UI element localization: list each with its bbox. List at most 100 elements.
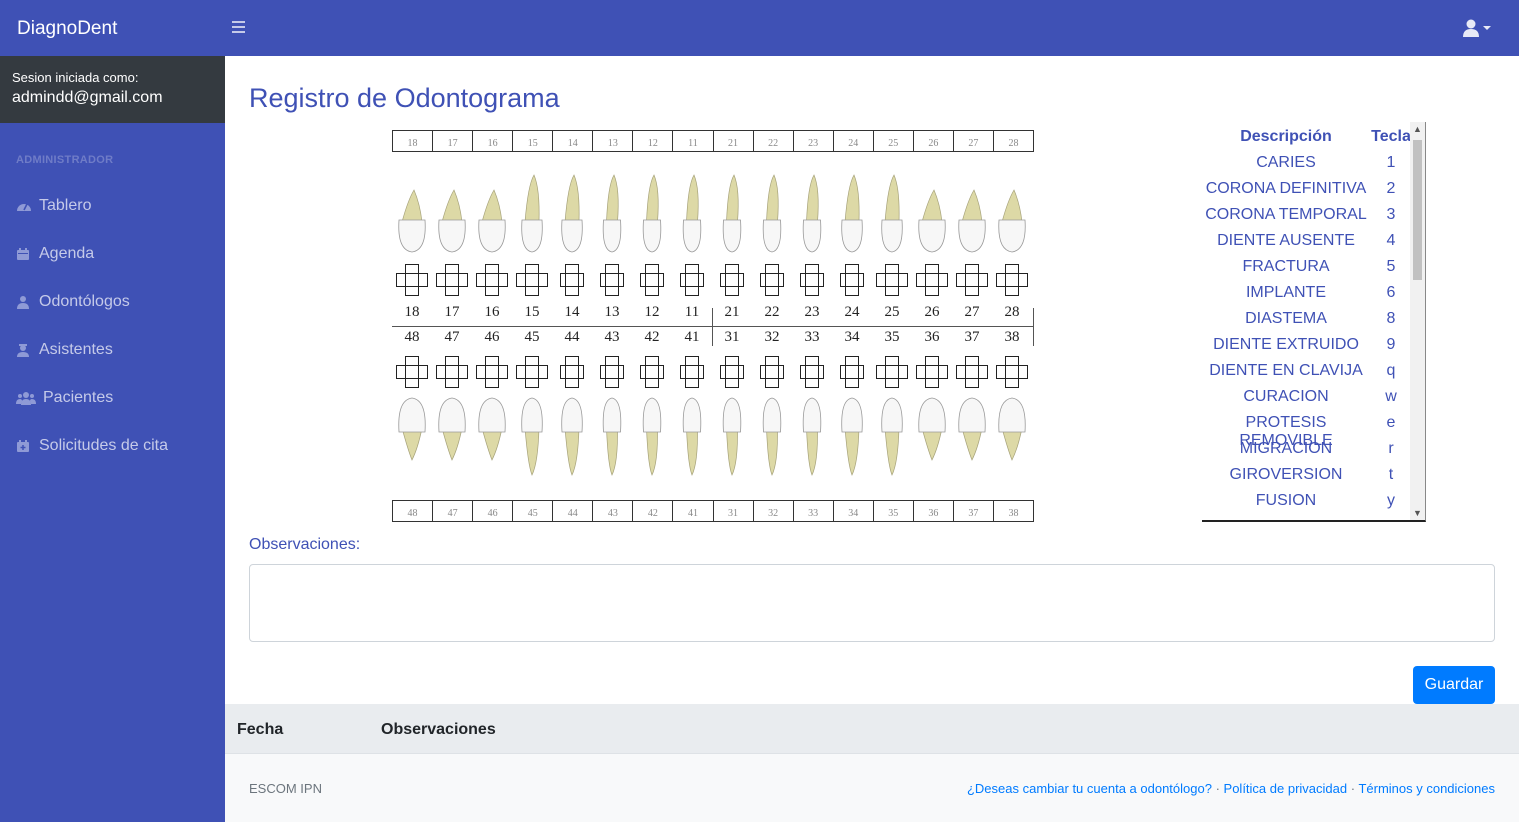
tooth-icon[interactable] <box>642 174 662 253</box>
scrollbar-thumb[interactable] <box>1413 140 1422 280</box>
footer-link-switch-account[interactable]: ¿Deseas cambiar tu cuenta a odontólogo? <box>967 781 1212 796</box>
tooth-icon[interactable] <box>762 397 782 476</box>
tooth-surface-selector[interactable] <box>680 264 704 296</box>
tooth-surface-selector[interactable] <box>996 356 1028 388</box>
tooth-icon[interactable] <box>881 174 903 253</box>
tooth-surface-selector[interactable] <box>600 356 624 388</box>
tooth-icon[interactable] <box>998 397 1026 461</box>
tooth-surface-selector[interactable] <box>760 264 784 296</box>
tooth-surface-selector[interactable] <box>516 264 548 296</box>
legend-table[interactable]: Descripción Tecla CARIES 1 CORONA DEFINITI… <box>1202 122 1426 522</box>
tooth-icon[interactable] <box>998 189 1026 253</box>
legend-row[interactable]: DIENTE AUSENTE 4 <box>1202 232 1412 250</box>
tooth-icon[interactable] <box>918 189 946 253</box>
legend-row[interactable]: DIENTE EN CLAVIJA q <box>1202 362 1412 380</box>
legend-row[interactable]: DIENTE EXTRUIDO 9 <box>1202 336 1412 354</box>
tooth-icon[interactable] <box>478 189 506 253</box>
scroll-down-icon[interactable]: ▼ <box>1413 508 1422 518</box>
tooth-surface-selector[interactable] <box>760 356 784 388</box>
legend-row[interactable]: CURACION w <box>1202 388 1412 406</box>
brand-name[interactable]: DiagnoDent <box>17 18 117 40</box>
column-header-observaciones: Observaciones <box>381 721 496 738</box>
tooth-surface-selector[interactable] <box>640 356 664 388</box>
tooth-surface-selector[interactable] <box>916 264 948 296</box>
tooth-icon[interactable] <box>398 189 426 253</box>
observations-textarea[interactable] <box>249 564 1495 642</box>
tooth-surface-selector[interactable] <box>476 264 508 296</box>
footer-link-terms[interactable]: Términos y condiciones <box>1358 781 1495 796</box>
sidebar-item-solicitudes[interactable]: Solicitudes de cita <box>0 422 225 470</box>
tooth-icon[interactable] <box>398 397 426 461</box>
tooth-surface-selector[interactable] <box>600 264 624 296</box>
tooth-icon[interactable] <box>802 397 822 476</box>
tooth-surface-selector[interactable] <box>800 264 824 296</box>
tooth-icon[interactable] <box>682 397 702 476</box>
tooth-surface-selector[interactable] <box>680 356 704 388</box>
legend-scrollbar[interactable]: ▲ ▼ <box>1410 122 1425 520</box>
tooth-icon[interactable] <box>438 189 466 253</box>
sidebar-item-odontologos[interactable]: Odontólogos <box>0 278 225 326</box>
tooth-icon[interactable] <box>521 174 543 253</box>
tooth-icon[interactable] <box>438 397 466 461</box>
tooth-surface-selector[interactable] <box>476 356 508 388</box>
tooth-icon[interactable] <box>958 189 986 253</box>
legend-row[interactable]: FUSION y <box>1202 492 1412 510</box>
legend-row[interactable]: MIGRACION r <box>1202 440 1412 458</box>
tooth-surface-selector[interactable] <box>840 264 864 296</box>
tooth-surface-selector[interactable] <box>956 264 988 296</box>
tooth-surface-selector[interactable] <box>396 264 428 296</box>
tooth-surface-selector[interactable] <box>996 264 1028 296</box>
tooth-icon[interactable] <box>602 397 622 476</box>
footer: ESCOM IPN ¿Deseas cambiar tu cuenta a od… <box>225 754 1519 822</box>
legend-row[interactable]: FRACTURA 5 <box>1202 258 1412 276</box>
tooth-icon[interactable] <box>881 397 903 476</box>
legend-description: MIGRACION <box>1239 440 1333 457</box>
menu-toggle-icon[interactable] <box>232 18 248 38</box>
user-menu-button[interactable] <box>1463 18 1497 40</box>
tooth-icon[interactable] <box>521 397 543 476</box>
footer-link-privacy[interactable]: Política de privacidad <box>1224 781 1348 796</box>
tooth-surface-selector[interactable] <box>436 264 468 296</box>
legend-row[interactable]: DIASTEMA 8 <box>1202 310 1412 328</box>
tooth-icon[interactable] <box>682 174 702 253</box>
tooth-icon[interactable] <box>478 397 506 461</box>
tooth-icon[interactable] <box>841 174 863 253</box>
tooth-surface-selector[interactable] <box>800 356 824 388</box>
tooth-surface-selector[interactable] <box>956 356 988 388</box>
scroll-up-icon[interactable]: ▲ <box>1413 124 1422 134</box>
tooth-icon[interactable] <box>561 397 583 476</box>
tooth-icon[interactable] <box>958 397 986 461</box>
tooth-surface-selector[interactable] <box>876 356 908 388</box>
tooth-icon[interactable] <box>841 397 863 476</box>
save-button[interactable]: Guardar <box>1413 666 1495 704</box>
legend-row[interactable]: GIROVERSION t <box>1202 466 1412 484</box>
sidebar-item-tablero[interactable]: Tablero <box>0 182 225 230</box>
tooth-surface-selector[interactable] <box>560 264 584 296</box>
legend-row[interactable]: CARIES 1 <box>1202 154 1412 172</box>
sidebar-item-pacientes[interactable]: Pacientes <box>0 374 225 422</box>
tooth-surface-selector[interactable] <box>720 264 744 296</box>
tooth-surface-selector[interactable] <box>560 356 584 388</box>
tooth-icon[interactable] <box>802 174 822 253</box>
tooth-icon[interactable] <box>762 174 782 253</box>
legend-row[interactable]: CORONA DEFINITIVA 2 <box>1202 180 1412 198</box>
tooth-icon[interactable] <box>722 397 742 476</box>
sidebar-item-agenda[interactable]: Agenda <box>0 230 225 278</box>
legend-row[interactable]: IMPLANTE 6 <box>1202 284 1412 302</box>
legend-row[interactable]: CORONA TEMPORAL 3 <box>1202 206 1412 224</box>
tooth-surface-selector[interactable] <box>876 264 908 296</box>
tooth-surface-selector[interactable] <box>436 356 468 388</box>
tooth-icon[interactable] <box>561 174 583 253</box>
tooth-surface-selector[interactable] <box>516 356 548 388</box>
sidebar-item-asistentes[interactable]: Asistentes <box>0 326 225 374</box>
tooth-icon[interactable] <box>918 397 946 461</box>
tooth-surface-selector[interactable] <box>720 356 744 388</box>
tooth-surface-selector[interactable] <box>916 356 948 388</box>
strip-cell: 45 <box>513 501 554 521</box>
tooth-icon[interactable] <box>602 174 622 253</box>
tooth-surface-selector[interactable] <box>640 264 664 296</box>
tooth-icon[interactable] <box>722 174 742 253</box>
tooth-surface-selector[interactable] <box>840 356 864 388</box>
tooth-surface-selector[interactable] <box>396 356 428 388</box>
tooth-icon[interactable] <box>642 397 662 476</box>
